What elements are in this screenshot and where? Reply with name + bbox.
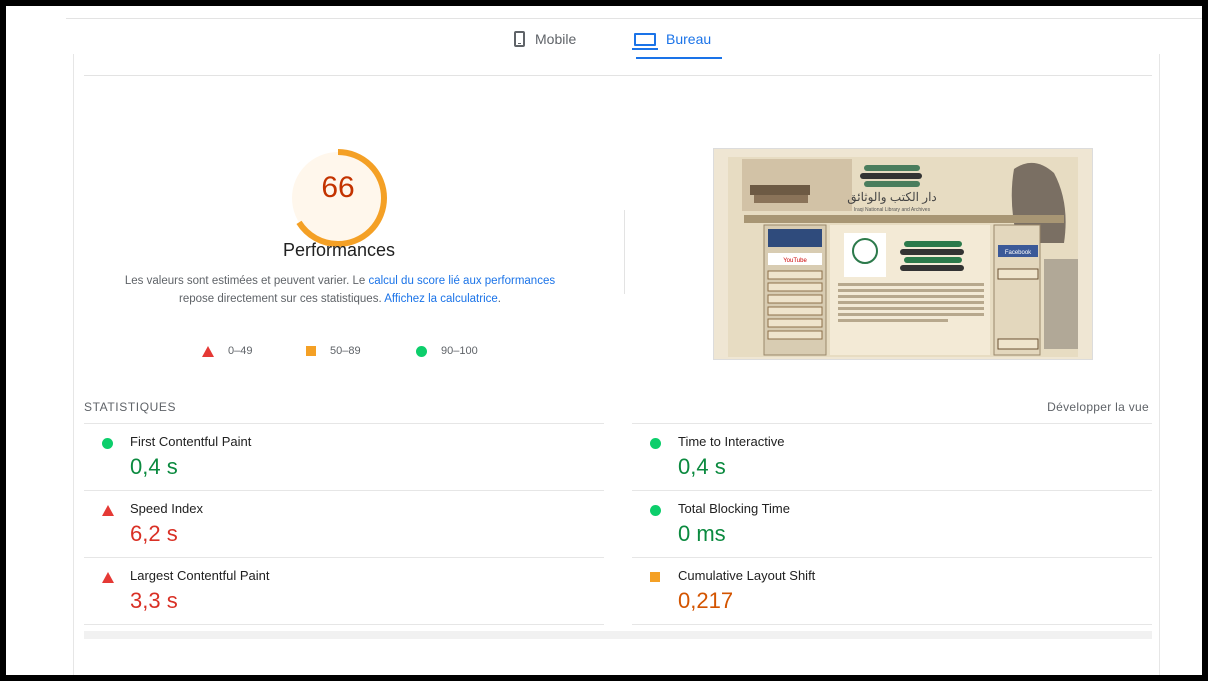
bottom-section-bar	[84, 631, 1152, 639]
metric-value: 0,4 s	[130, 454, 178, 479]
metrics-divider	[632, 490, 1152, 491]
performance-title: Performances	[282, 240, 396, 260]
page-frame: Mobile Bureau 66 Performances Les valeur…	[6, 6, 1202, 675]
metrics-divider	[632, 423, 1152, 424]
calculator-link[interactable]: Affichez la calculatrice	[384, 293, 498, 305]
tab-mobile[interactable]: Mobile	[514, 24, 576, 54]
metric-first-contentful-paint: First Contentful Paint 0,4 s	[84, 428, 564, 490]
metric-value: 6,2 s	[130, 521, 178, 546]
panel-divider	[84, 75, 1152, 76]
description-text-end: .	[497, 293, 501, 305]
legend-good-label: 90–100	[441, 345, 478, 357]
legend-average-label: 50–89	[330, 345, 361, 357]
website-screenshot-image: دار الكتب والوثائق Iraqi National Librar…	[714, 149, 1092, 359]
legend-good: 90–100	[416, 345, 478, 357]
tab-desktop-label: Bureau	[666, 31, 712, 47]
fail-triangle-icon	[102, 505, 114, 516]
score-legend: 0–49 50–89 90–100	[194, 343, 494, 363]
expand-view-toggle[interactable]: Développer la vue	[1047, 400, 1149, 414]
metric-time-to-interactive: Time to Interactive 0,4 s	[632, 428, 1112, 490]
metric-value: 0 ms	[678, 521, 726, 546]
legend-poor-label: 0–49	[228, 345, 253, 357]
average-square-icon	[650, 572, 660, 582]
metrics-divider	[632, 557, 1152, 558]
vertical-divider	[624, 210, 625, 294]
pass-circle-icon	[102, 438, 113, 449]
description-text-mid: repose directement sur ces statistiques.	[179, 293, 385, 305]
statistics-heading: STATISTIQUES	[84, 400, 177, 414]
fail-triangle-icon	[102, 572, 114, 583]
pass-circle-icon	[650, 438, 661, 449]
metric-name: Speed Index	[130, 501, 204, 516]
tab-mobile-label: Mobile	[535, 31, 577, 47]
performance-score: 66	[321, 171, 355, 204]
screenshot-arabic-title: دار الكتب والوثائق	[847, 190, 937, 204]
screenshot-youtube-label: YouTube	[783, 258, 807, 264]
metric-value: 0,217	[678, 588, 734, 613]
smartphone-icon	[514, 31, 525, 47]
metric-largest-contentful-paint: Largest Contentful Paint 3,3 s	[84, 562, 564, 624]
metric-value: 0,4 s	[678, 454, 726, 479]
metrics-divider	[632, 624, 1152, 625]
metric-speed-index: Speed Index 6,2 s	[84, 495, 564, 557]
screenshot-facebook-label: Facebook	[1005, 250, 1032, 256]
fail-triangle-icon	[202, 345, 214, 357]
performance-description: Les valeurs sont estimées et peuvent var…	[114, 272, 566, 308]
final-screenshot: دار الكتب والوثائق Iraqi National Librar…	[713, 148, 1093, 360]
tab-desktop[interactable]: Bureau	[632, 24, 712, 54]
metric-name: Time to Interactive	[678, 434, 785, 449]
laptop-icon	[632, 32, 658, 50]
metric-name: Total Blocking Time	[678, 501, 790, 516]
average-square-icon	[306, 346, 316, 356]
report-panel: 66 Performances Les valeurs sont estimée…	[73, 54, 1160, 675]
metric-total-blocking-time: Total Blocking Time 0 ms	[632, 495, 1112, 557]
pass-circle-icon	[650, 505, 661, 516]
metric-value: 3,3 s	[130, 588, 178, 613]
score-calculation-link[interactable]: calcul du score lié aux performances	[368, 275, 555, 287]
description-text: Les valeurs sont estimées et peuvent var…	[124, 275, 369, 287]
pass-circle-icon	[416, 345, 427, 357]
screenshot-subtitle: Iraqi National Library and Archives	[854, 207, 931, 213]
metrics-divider	[84, 423, 604, 424]
metrics-divider	[84, 624, 604, 625]
metric-name: Cumulative Layout Shift	[678, 568, 816, 583]
metrics-divider	[84, 557, 604, 558]
metric-cumulative-layout-shift: Cumulative Layout Shift 0,217	[632, 562, 1112, 624]
legend-average: 50–89	[306, 345, 361, 357]
metric-name: First Contentful Paint	[130, 434, 252, 449]
metrics-divider	[84, 490, 604, 491]
legend-poor: 0–49	[202, 345, 252, 357]
metric-name: Largest Contentful Paint	[130, 568, 270, 583]
